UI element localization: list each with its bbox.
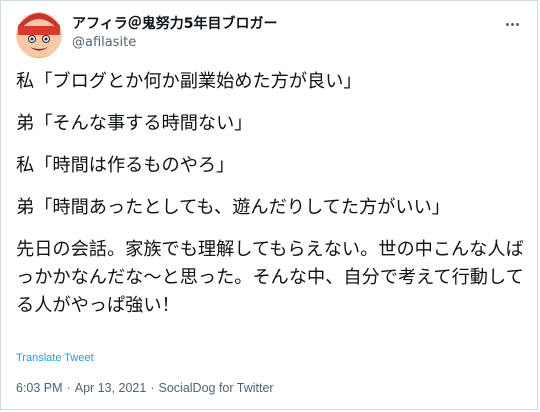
- avatar-icon: [16, 12, 62, 58]
- more-options-button[interactable]: [501, 15, 525, 33]
- tweet-paragraph: 私「ブログとか何か副業始めた方が良い」: [16, 71, 362, 92]
- meta-separator: ·: [66, 381, 71, 395]
- tweet-meta: 6:03 PM · Apr 13, 2021 · SocialDog for Twitt…: [16, 381, 274, 395]
- tweet-time[interactable]: 6:03 PM: [16, 381, 63, 395]
- tweet-text: 私「ブログとか何か副業始めた方が良い」 弟「そんな事する時間ない」 私「時間は作…: [16, 68, 528, 320]
- tweet-paragraph: 弟「時間あったとしても、遊んだりしてた方がいい」: [16, 197, 450, 218]
- meta-separator: ·: [150, 381, 155, 395]
- author-names: アフィラ＠鬼努力5年目ブロガー @afilasite: [72, 15, 277, 52]
- author-display-name[interactable]: アフィラ＠鬼努力5年目ブロガー: [72, 15, 277, 33]
- tweet-date[interactable]: Apr 13, 2021: [75, 381, 147, 395]
- tweet-source[interactable]: SocialDog for Twitter: [159, 381, 274, 395]
- tweet-card: アフィラ＠鬼努力5年目ブロガー @afilasite 私「ブログとか何か副業始め…: [0, 0, 538, 410]
- translate-tweet-link[interactable]: Translate Tweet: [16, 352, 94, 364]
- avatar[interactable]: [16, 12, 62, 58]
- tweet-paragraph: 先日の会話。家族でも理解してもらえない。世の中こんな人ばっかかなんだな～と思った…: [16, 239, 524, 316]
- tweet-paragraph: 私「時間は作るものやろ」: [16, 155, 235, 176]
- tweet-paragraph: 弟「そんな事する時間ない」: [16, 113, 253, 134]
- more-icon: [505, 23, 520, 26]
- author-handle[interactable]: @afilasite: [72, 34, 277, 52]
- tweet-header: アフィラ＠鬼努力5年目ブロガー @afilasite: [16, 11, 527, 59]
